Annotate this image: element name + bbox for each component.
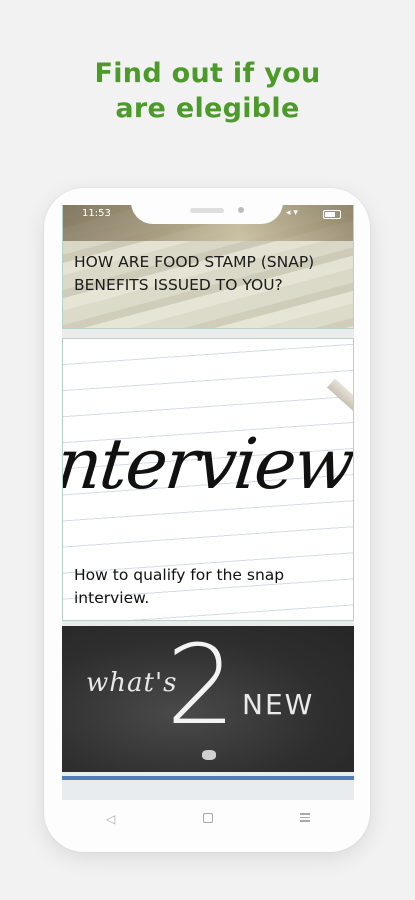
home-square-icon [202, 813, 213, 823]
chalk-number: 2 [166, 626, 236, 749]
status-time: 11:53 [82, 208, 111, 219]
chalk-smudge [202, 750, 216, 760]
article-card-whats-new[interactable]: what's 2 NEW [62, 626, 354, 772]
headline: Find out if you are elegible [0, 56, 415, 126]
battery-icon [323, 210, 341, 219]
headline-line-2: are elegible [115, 93, 300, 124]
system-nav-bar: ◁ [62, 800, 354, 838]
headline-line-1: Find out if you [94, 58, 321, 89]
article-title: HOW ARE FOOD STAMP (SNAP) BENEFITS ISSUE… [74, 253, 315, 294]
chalk-text-whats: what's [86, 668, 178, 698]
article-card-snap-interview[interactable]: nterview How to qualify for the snap int… [62, 338, 354, 621]
article-title: How to qualify for the snap interview. [74, 566, 285, 607]
home-button[interactable] [188, 812, 228, 826]
partial-card-body[interactable] [62, 780, 354, 800]
phone-notch [131, 190, 283, 224]
speaker-icon [190, 208, 224, 213]
menu-lines-icon [300, 811, 311, 824]
back-button[interactable]: ◁ [91, 812, 131, 826]
signal-icon: ◂ ▾ [286, 208, 298, 218]
back-icon: ◁ [106, 812, 116, 826]
pencil-icon [326, 378, 353, 428]
interview-handwriting-image: nterview [62, 423, 354, 505]
recents-button[interactable] [285, 811, 325, 827]
camera-icon [238, 207, 244, 213]
chalk-text-new: NEW [242, 688, 315, 721]
